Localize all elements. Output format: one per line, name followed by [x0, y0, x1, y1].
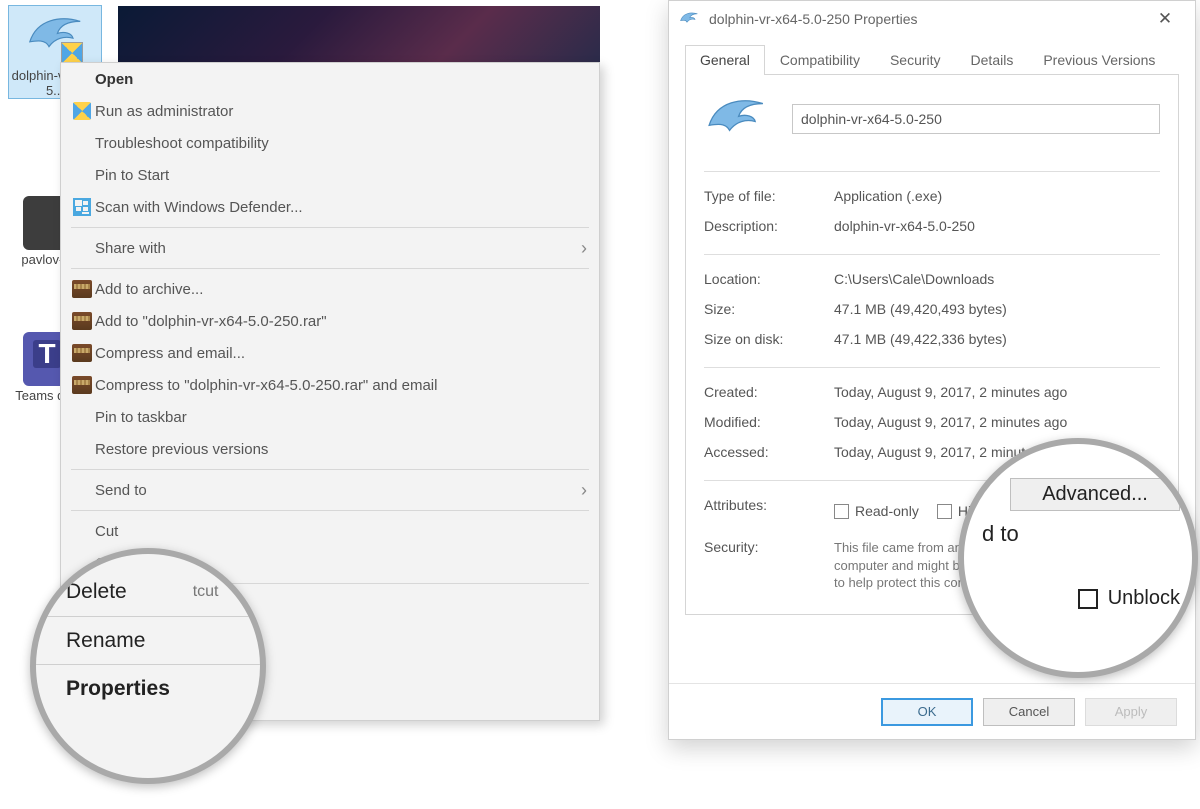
type-label: Type of file:: [704, 188, 834, 204]
menu-compress-named[interactable]: Compress to "dolphin-vr-x64-5.0-250.rar"…: [61, 369, 599, 401]
modified-label: Modified:: [704, 414, 834, 430]
menu-item-label: Compress to "dolphin-vr-x64-5.0-250.rar"…: [95, 377, 587, 394]
dialog-button-row: OK Cancel Apply: [669, 683, 1195, 739]
magnifier-right: Advanced... d to Unblock: [958, 438, 1198, 678]
magnified-properties[interactable]: Properties: [36, 664, 260, 712]
magnified-label: Properties: [66, 677, 170, 701]
menu-item-label: Scan with Windows Defender...: [95, 199, 587, 216]
disk-label: Size on disk:: [704, 331, 834, 347]
archive-icon: [72, 376, 92, 394]
magnified-unblock-checkbox[interactable]: Unblock: [982, 587, 1180, 610]
menu-separator: [71, 469, 589, 470]
uac-shield-overlay-icon: [61, 42, 83, 64]
menu-item-label: Add to archive...: [95, 281, 587, 298]
menu-restore-previous[interactable]: Restore previous versions: [61, 433, 599, 465]
dolphin-icon: [704, 93, 768, 145]
tab-general[interactable]: General: [685, 45, 765, 75]
filename-input[interactable]: [792, 104, 1160, 134]
archive-icon: [72, 280, 92, 298]
shield-icon: [73, 102, 91, 120]
menu-item-label: Troubleshoot compatibility: [95, 135, 587, 152]
menu-item-label: Send to: [95, 482, 581, 499]
menu-item-label: Compress and email...: [95, 345, 587, 362]
type-value: Application (.exe): [834, 188, 1160, 204]
cancel-button[interactable]: Cancel: [983, 698, 1075, 726]
menu-item-label: Share with: [95, 240, 581, 257]
dialog-titlebar[interactable]: dolphin-vr-x64-5.0-250 Properties ✕: [669, 1, 1195, 37]
menu-share-with[interactable]: Share with ›: [61, 232, 599, 264]
chevron-right-icon: ›: [581, 480, 587, 501]
checkbox-label: Unblock: [1108, 587, 1180, 610]
menu-add-archive[interactable]: Add to archive...: [61, 273, 599, 305]
magnified-rename[interactable]: Rename: [36, 616, 260, 664]
menu-item-label: Pin to taskbar: [95, 409, 587, 426]
created-label: Created:: [704, 384, 834, 400]
menu-troubleshoot[interactable]: Troubleshoot compatibility: [61, 127, 599, 159]
menu-item-label: Pin to Start: [95, 167, 587, 184]
description-label: Description:: [704, 218, 834, 234]
modified-value: Today, August 9, 2017, 2 minutes ago: [834, 414, 1160, 430]
apply-button[interactable]: Apply: [1085, 698, 1177, 726]
menu-cut[interactable]: Cut: [61, 515, 599, 547]
menu-item-label: Add to "dolphin-vr-x64-5.0-250.rar": [95, 313, 587, 330]
wallpaper-fragment: [118, 6, 600, 62]
tab-previous[interactable]: Previous Versions: [1028, 45, 1170, 75]
magnified-text-fragment: d to: [982, 521, 1180, 547]
checkbox-label: Read-only: [855, 503, 919, 519]
tab-details[interactable]: Details: [956, 45, 1029, 75]
magnified-advanced-button[interactable]: Advanced...: [1010, 478, 1180, 511]
desktop-area: dolphin-vr-x64-5... pavlov-if-01 Teams d…: [0, 0, 600, 809]
magnified-label: Rename: [66, 629, 145, 653]
archive-icon: [72, 312, 92, 330]
tab-strip: General Compatibility Security Details P…: [685, 45, 1179, 75]
dialog-title: dolphin-vr-x64-5.0-250 Properties: [709, 11, 1145, 27]
menu-add-rar[interactable]: Add to "dolphin-vr-x64-5.0-250.rar": [61, 305, 599, 337]
security-label: Security:: [704, 539, 834, 592]
defender-icon: [73, 198, 91, 216]
menu-pin-taskbar[interactable]: Pin to taskbar: [61, 401, 599, 433]
created-value: Today, August 9, 2017, 2 minutes ago: [834, 384, 1160, 400]
ok-button[interactable]: OK: [881, 698, 973, 726]
accessed-label: Accessed:: [704, 444, 834, 460]
menu-item-label: Open: [95, 71, 587, 88]
size-value: 47.1 MB (49,420,493 bytes): [834, 301, 1160, 317]
location-value: C:\Users\Cale\Downloads: [834, 271, 1160, 287]
tab-security[interactable]: Security: [875, 45, 956, 75]
magnified-tail: tcut: [127, 583, 219, 601]
chevron-right-icon: ›: [581, 238, 587, 259]
disk-value: 47.1 MB (49,422,336 bytes): [834, 331, 1160, 347]
menu-compress-email[interactable]: Compress and email...: [61, 337, 599, 369]
checkbox-icon: [834, 504, 849, 519]
menu-item-label: Cut: [95, 523, 587, 540]
dolphin-icon: [679, 10, 701, 29]
menu-separator: [71, 510, 589, 511]
menu-item-label: Run as administrator: [95, 103, 587, 120]
menu-run-admin[interactable]: Run as administrator: [61, 95, 599, 127]
size-label: Size:: [704, 301, 834, 317]
close-button[interactable]: ✕: [1145, 9, 1185, 29]
checkbox-icon: [1078, 589, 1098, 609]
menu-pin-start[interactable]: Pin to Start: [61, 159, 599, 191]
menu-open[interactable]: Open: [61, 63, 599, 95]
magnifier-left: Delete tcut Rename Properties: [30, 548, 266, 784]
checkbox-icon: [937, 504, 952, 519]
magnified-label: Delete: [66, 580, 127, 604]
archive-icon: [72, 344, 92, 362]
menu-send-to[interactable]: Send to ›: [61, 474, 599, 506]
menu-separator: [71, 268, 589, 269]
menu-defender[interactable]: Scan with Windows Defender...: [61, 191, 599, 223]
menu-item-label: Restore previous versions: [95, 441, 587, 458]
description-value: dolphin-vr-x64-5.0-250: [834, 218, 1160, 234]
readonly-checkbox[interactable]: Read-only: [834, 503, 919, 519]
menu-separator: [71, 227, 589, 228]
attributes-label: Attributes:: [704, 497, 834, 525]
tab-compatibility[interactable]: Compatibility: [765, 45, 875, 75]
location-label: Location:: [704, 271, 834, 287]
